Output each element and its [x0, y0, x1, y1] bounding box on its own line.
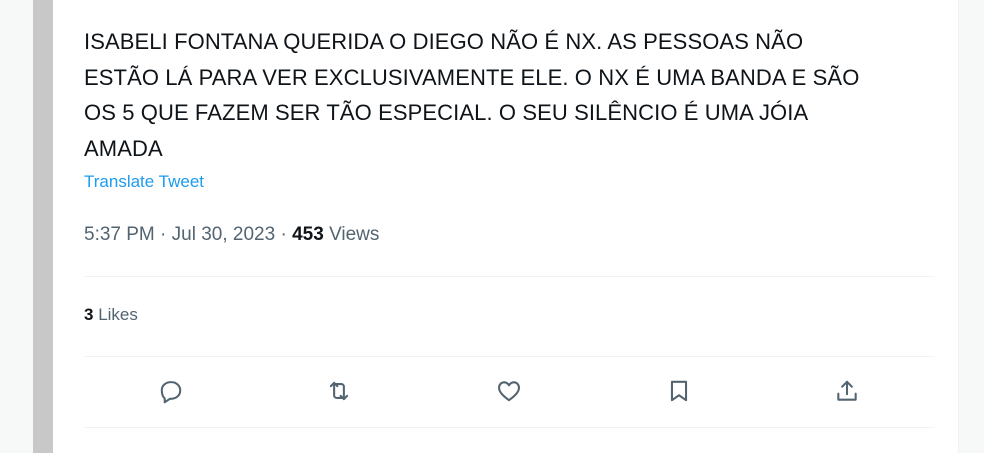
tweet-card: ISABELI FONTANA QUERIDA O DIEGO NÃO É NX…	[53, 0, 959, 453]
tweet-metadata: 5:37 PM · Jul 30, 2023 · 453 Views	[84, 224, 379, 246]
right-gutter	[959, 0, 984, 453]
share-icon	[837, 380, 857, 401]
meta-separator: ·	[280, 224, 287, 245]
left-scroll-bar	[33, 0, 53, 453]
tweet-text: ISABELI FONTANA QUERIDA O DIEGO NÃO É NX…	[84, 24, 944, 166]
bookmark-icon	[670, 380, 688, 402]
reply-icon	[160, 381, 182, 404]
retweet-icon	[329, 381, 349, 401]
tweet-text-line: AMADA	[84, 135, 163, 161]
share-button[interactable]	[830, 374, 864, 408]
likes-count: 3	[84, 305, 94, 324]
views-count: 453	[292, 224, 324, 245]
views-label: Views	[329, 224, 380, 245]
tweet-text-line: ISABELI FONTANA QUERIDA O DIEGO NÃO É NX…	[84, 29, 804, 54]
divider	[84, 356, 935, 357]
meta-separator: ·	[160, 224, 167, 245]
tweet-text-line: OS 5 QUE FAZEM SER TÃO ESPECIAL. O SEU S…	[84, 100, 809, 125]
likes-label: Likes	[98, 305, 138, 324]
reply-button[interactable]	[154, 374, 188, 408]
heart-icon	[498, 381, 520, 402]
tweet-time[interactable]: 5:37 PM	[84, 224, 155, 245]
like-button[interactable]	[492, 374, 526, 408]
tweet-date[interactable]: Jul 30, 2023	[172, 224, 276, 245]
translate-tweet-link[interactable]: Translate Tweet	[84, 172, 204, 192]
likes-link[interactable]: 3 Likes	[84, 305, 138, 325]
tweet-text-line: ESTÃO LÁ PARA VER EXCLUSIVAMENTE ELE. O …	[84, 64, 860, 90]
bookmark-button[interactable]	[662, 374, 696, 408]
divider	[84, 276, 935, 277]
divider	[84, 427, 935, 428]
retweet-button[interactable]	[322, 374, 356, 408]
tweet-actions	[84, 370, 935, 412]
